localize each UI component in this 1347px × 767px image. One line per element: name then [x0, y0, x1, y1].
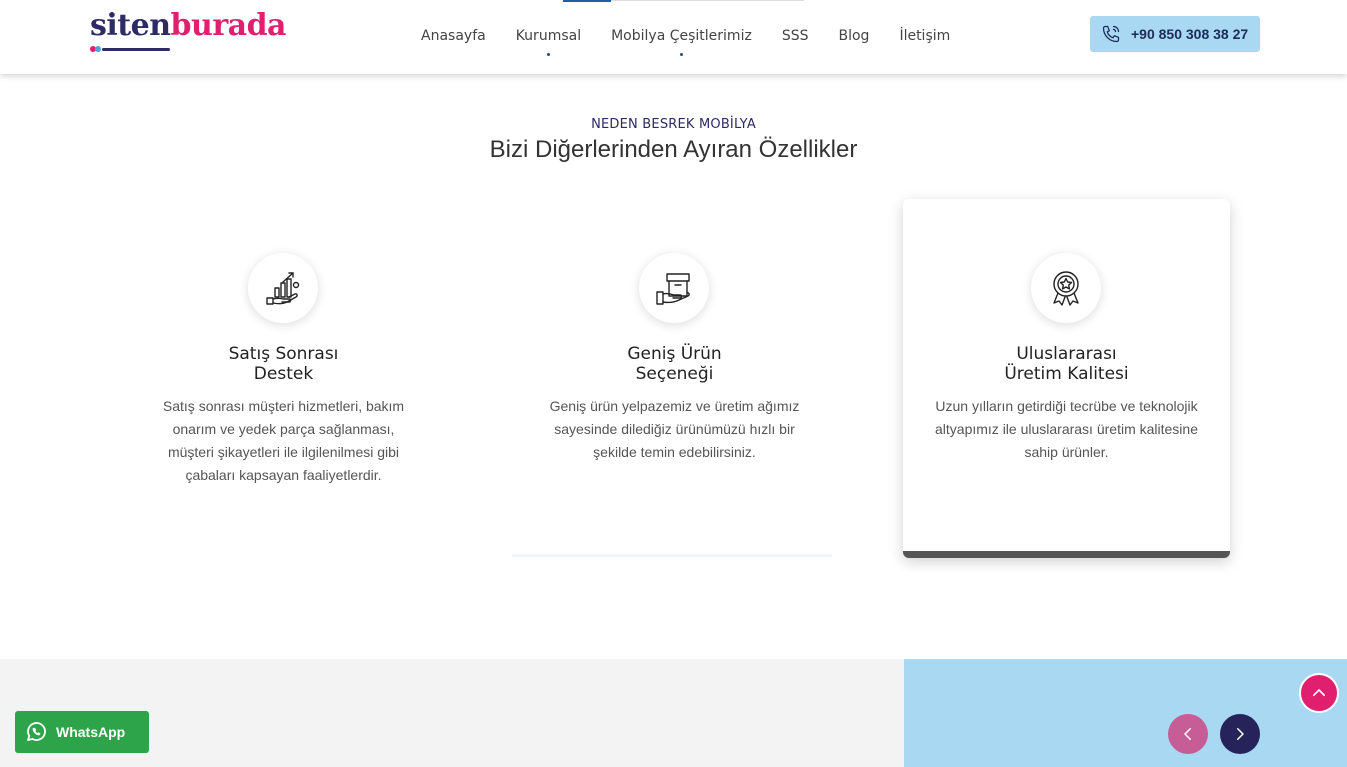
header-top-indicator [563, 0, 804, 2]
feature-description: Uzun yılların getirdiği tecrübe ve tekno… [935, 398, 1198, 460]
main-nav: Anasayfa Kurumsal Mobilya Çeşitlerimiz S… [421, 28, 980, 56]
feature-icon-circle [639, 253, 709, 323]
feature-title: Uluslararası Üretim Kalitesi [1004, 344, 1129, 384]
card-active-bar [903, 551, 1230, 558]
feature-icon-circle [248, 253, 318, 323]
logo-dot-blue [95, 46, 101, 52]
whatsapp-icon [27, 722, 46, 741]
section-eyebrow: NEDEN BESREK MOBİLYA [591, 117, 756, 132]
bottom-section-right [904, 659, 1347, 767]
nav-item-label: Mobilya Çeşitlerimiz [611, 28, 752, 44]
site-logo[interactable]: sitenburada [90, 8, 295, 58]
scroll-to-top-button[interactable] [1299, 673, 1339, 713]
nav-item-label: SSS [781, 28, 809, 44]
nav-item-blog[interactable]: Blog [838, 28, 869, 44]
nav-item-mobilya-cesitlerimiz[interactable]: Mobilya Çeşitlerimiz [611, 28, 752, 56]
feature-icon-circle [1031, 253, 1101, 323]
nav-item-label: İletişim [899, 28, 951, 44]
growth-chart-hand-icon [266, 272, 300, 305]
nav-item-label: Anasayfa [421, 28, 486, 44]
dropdown-indicator-dot [547, 53, 551, 56]
nav-item-label: Blog [838, 28, 870, 44]
feature-title: Satış Sonrası Destek [228, 344, 339, 384]
award-badge-icon [1053, 271, 1079, 306]
nav-item-label: Kurumsal [515, 28, 582, 44]
chevron-left-icon [1184, 728, 1191, 740]
nav-item-iletisim[interactable]: İletişim [899, 28, 950, 44]
header-top-indicator-active [563, 0, 611, 2]
nav-item-anasayfa[interactable]: Anasayfa [421, 28, 486, 44]
site-header: sitenburada Anasayfa Kurumsal Mobilya Çe… [0, 0, 1347, 74]
logo-text-part2: burada [170, 8, 287, 43]
chevron-right-icon [1237, 728, 1244, 740]
chevron-up-icon [1312, 689, 1326, 697]
slider-prev-button[interactable] [1168, 714, 1208, 754]
whatsapp-button[interactable]: WhatsApp [15, 711, 149, 753]
logo-underline [102, 48, 170, 51]
nav-item-sss[interactable]: SSS [782, 28, 809, 44]
card-underline-faint [512, 554, 832, 557]
nav-item-kurumsal[interactable]: Kurumsal [515, 28, 582, 56]
slider-next-button[interactable] [1220, 714, 1260, 754]
section-title: Bizi Diğerlerinden Ayıran Özellikler [489, 136, 858, 163]
feature-title: Geniş Ürün Seçeneği [627, 344, 722, 384]
feature-description: Satış sonrası müşteri hizmetleri, bakım … [162, 398, 405, 483]
dropdown-indicator-dot [680, 53, 684, 56]
whatsapp-label: WhatsApp [56, 724, 126, 740]
feature-card-after-sales[interactable]: Satış Sonrası Destek Satış sonrası müşte… [120, 199, 447, 558]
feature-description: Geniş ürün yelpazemiz ve üretim ağımız s… [549, 398, 800, 460]
logo-text-part1: siten [90, 8, 171, 43]
box-hand-icon [656, 273, 690, 305]
phone-call-button[interactable]: +90 850 308 38 27 [1090, 16, 1260, 52]
feature-card-international-quality[interactable]: Uluslararası Üretim Kalitesi Uzun yıllar… [903, 199, 1230, 558]
phone-icon [1102, 25, 1120, 43]
phone-number: +90 850 308 38 27 [1131, 26, 1249, 42]
feature-card-product-range[interactable]: Geniş Ürün Seçeneği Geniş ürün yelpazemi… [511, 199, 838, 558]
